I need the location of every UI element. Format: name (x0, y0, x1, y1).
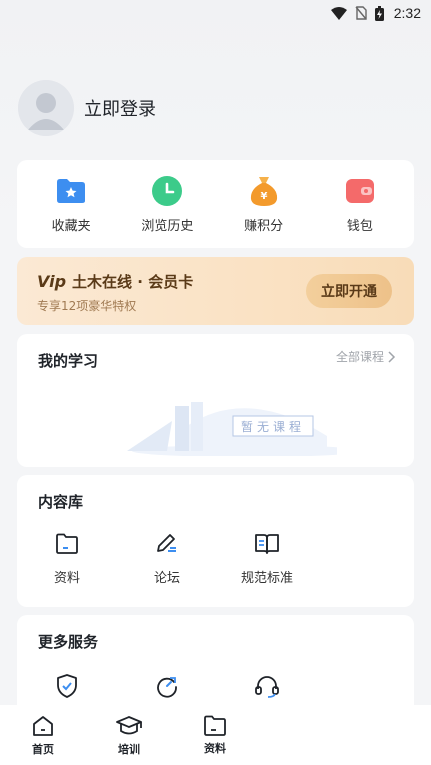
content-library-card: 内容库 资料 论坛 规范标准 (17, 475, 414, 607)
favorites-folder-icon (55, 175, 87, 207)
more-service-item[interactable] (217, 673, 317, 699)
more-services-items (17, 673, 317, 699)
library-label: 规范标准 (240, 571, 293, 586)
empty-courses-stamp: 暂无课程 (232, 415, 314, 437)
activate-vip-button[interactable]: 立即开通 (306, 274, 392, 308)
tab-label: 首页 (32, 742, 54, 756)
tab-home[interactable]: 首页 (0, 705, 86, 765)
library-label: 资料 (53, 571, 80, 586)
my-study-card: 我的学习 全部课程 暂无课程 (17, 334, 414, 467)
graduation-cap-icon (116, 715, 142, 734)
clock-icon (151, 175, 183, 207)
quick-actions-card: 收藏夹 浏览历史 ¥ 赚积分 钱包 (17, 160, 414, 248)
pen-icon (154, 531, 180, 557)
quick-label: 浏览历史 (141, 218, 194, 234)
library-label: 论坛 (153, 571, 180, 586)
all-courses-link[interactable]: 全部课程 (336, 348, 396, 365)
login-link[interactable]: 立即登录 (84, 95, 156, 121)
vip-subtitle: 专享12项豪华特权 (37, 299, 137, 313)
profile-login[interactable]: 立即登录 (18, 80, 156, 136)
section-title-more: 更多服务 (38, 633, 99, 651)
library-item-forum[interactable]: 论坛 (117, 531, 217, 586)
home-icon (33, 715, 53, 736)
library-item-materials[interactable]: 资料 (17, 531, 117, 586)
tab-training[interactable]: 培训 (86, 705, 172, 765)
folder-icon (54, 531, 80, 557)
tab-label: 资料 (204, 741, 226, 755)
library-items: 资料 论坛 规范标准 (17, 531, 317, 586)
quick-item-history[interactable]: 浏览历史 (122, 175, 212, 234)
quick-label: 钱包 (346, 218, 373, 234)
vip-title-text: 土木在线 · 会员卡 (72, 273, 194, 291)
status-bar: 2:32 (0, 0, 431, 26)
empty-courses-illustration: 暂无课程 (127, 396, 362, 457)
wallet-icon (344, 175, 376, 207)
more-service-item[interactable] (117, 673, 217, 699)
book-icon (254, 531, 280, 557)
wifi-icon (330, 6, 347, 20)
quick-label: 收藏夹 (51, 218, 91, 234)
shield-check-icon (54, 673, 80, 699)
bottom-tab-bar: 首页 培训 资料 (0, 705, 431, 765)
library-item-standards[interactable]: 规范标准 (217, 531, 317, 586)
tab-label: 培训 (118, 742, 140, 756)
all-courses-label: 全部课程 (335, 350, 384, 364)
vip-title: Vip 土木在线 · 会员卡 (37, 271, 193, 292)
folder-icon (204, 715, 226, 736)
section-title-library: 内容库 (38, 493, 84, 511)
quick-item-wallet[interactable]: 钱包 (315, 175, 405, 234)
money-bag-icon: ¥ (248, 175, 280, 207)
user-placeholder-icon (18, 80, 74, 136)
svg-text:¥: ¥ (260, 191, 267, 202)
headset-icon (254, 673, 280, 699)
vip-badge: Vip (37, 272, 67, 291)
quick-item-earn-points[interactable]: ¥ 赚积分 (219, 175, 309, 234)
status-time: 2:32 (393, 5, 421, 21)
no-sim-icon (355, 6, 367, 20)
section-title-study: 我的学习 (38, 352, 99, 370)
quick-item-favorites[interactable]: 收藏夹 (26, 175, 116, 234)
empty-courses-text: 暂无课程 (241, 419, 305, 434)
battery-charging-icon (374, 5, 384, 21)
refresh-icon (154, 673, 180, 699)
tab-materials[interactable]: 资料 (172, 705, 258, 765)
chevron-right-icon (388, 350, 396, 363)
quick-label: 赚积分 (244, 218, 284, 234)
avatar[interactable] (18, 80, 74, 136)
more-service-item[interactable] (17, 673, 117, 699)
vip-member-banner[interactable]: Vip 土木在线 · 会员卡 专享12项豪华特权 立即开通 (17, 257, 414, 325)
